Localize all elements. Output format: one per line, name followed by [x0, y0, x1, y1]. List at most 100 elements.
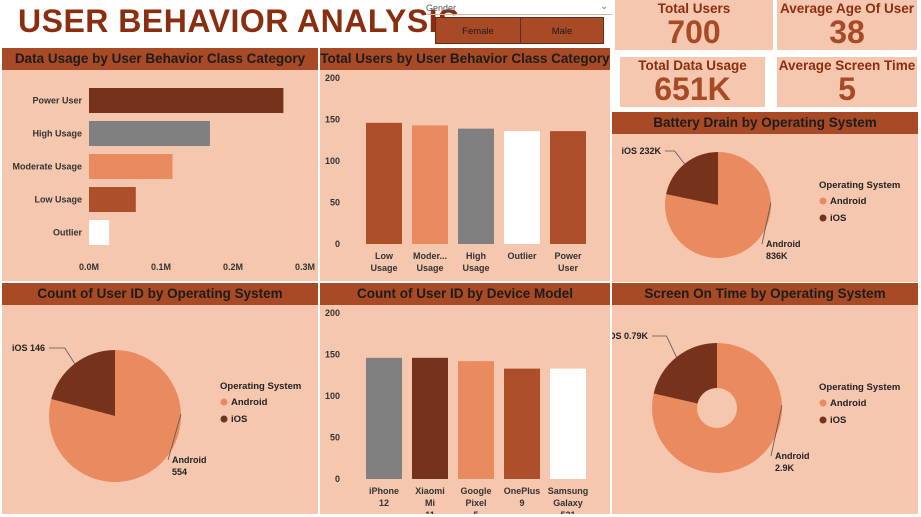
battery-drain-chart: iOS 232K Android 836K Operating System Andro… [621, 146, 900, 261]
x-tick-label: 0.1M [151, 262, 171, 272]
slicer-divider [426, 14, 612, 15]
category-label-iphone-12: iPhone [369, 486, 399, 496]
legend-marker-ios [819, 214, 827, 222]
bar-oneplus-9 [504, 368, 540, 479]
users-by-os-title: Count of User ID by Operating System [2, 283, 318, 305]
category-label-moderate-usage: Moderate Usage [12, 162, 82, 172]
data-label-android-value: 2.9K [775, 463, 795, 473]
data-label-android: Android [172, 455, 207, 465]
x-tick-label: 0.0M [79, 262, 99, 272]
kpi-value: 700 [667, 14, 721, 50]
legend-item-android: Android [830, 196, 867, 207]
category-label-xiaomi-mi-11: Mi [425, 498, 435, 508]
y-tick-label: 0 [335, 474, 340, 484]
category-label-low-usage: Low [375, 251, 394, 261]
legend-title: Operating System [819, 180, 900, 191]
y-tick-label: 200 [325, 73, 340, 83]
legend-item-ios: iOS [231, 414, 247, 425]
gender-slicer-label: Gender [426, 3, 457, 13]
category-label-power-user: Power User [32, 96, 82, 106]
category-label-power-user: Power [554, 251, 582, 261]
kpi-value: 651K [654, 71, 731, 107]
y-tick-label: 50 [330, 198, 340, 208]
bar-outlier [89, 220, 110, 245]
bar-high-usage [458, 128, 494, 244]
bar-iphone-12 [366, 357, 402, 479]
bar-low-usage [366, 122, 402, 244]
category-label-oneplus-9: OnePlus [504, 486, 541, 496]
kpi-value: 5 [838, 71, 856, 107]
data-label-android-value: 554 [172, 467, 187, 477]
slicer-option-male[interactable]: Male [520, 17, 604, 44]
battery-drain-title: Battery Drain by Operating System [612, 112, 918, 134]
category-label-samsung-galaxy-521: Galaxy [553, 498, 583, 508]
category-label-google-pixel-5: Google [461, 486, 492, 496]
leader-line [652, 335, 677, 358]
legend-item-android: Android [231, 397, 268, 408]
legend-marker-android [819, 399, 827, 407]
category-label-iphone-12: 12 [379, 498, 389, 508]
battery-drain-panel: Battery Drain by Operating System iOS 23… [612, 112, 918, 282]
y-tick-label: 200 [325, 308, 340, 318]
bar-power-user [89, 88, 284, 113]
users-by-device-chart: 0 50 100 150 200 iPhone 12 Xiaomi Mi 11 Google Pixe… [325, 308, 589, 514]
data-label-ios: iOS 146 [12, 343, 45, 353]
users-by-os-chart: iOS 146 Android 554 Operating System Android… [12, 343, 301, 482]
screen-time-chart: iOS 0.79K Android 2.9K Operating System Andr… [612, 331, 900, 473]
legend-title: Operating System [220, 381, 301, 392]
data-label-ios: iOS 232K [621, 146, 661, 156]
y-tick-label: 100 [325, 391, 340, 401]
kpi-total-users: Total Users 700 [615, 0, 773, 50]
legend-item-ios: iOS [830, 415, 846, 426]
category-label-xiaomi-mi-11: Xiaomi [415, 486, 445, 496]
screen-time-title: Screen On Time by Operating System [612, 283, 918, 305]
data-label-android-value: 836K [766, 251, 788, 261]
data-usage-chart: Power User High Usage Moderate Usage Low Us… [12, 88, 315, 272]
bar-samsung-galaxy-521 [550, 368, 586, 479]
screen-time-panel: Screen On Time by Operating System iOS 0… [612, 283, 918, 514]
category-label-xiaomi-mi-11: 11 [425, 510, 435, 514]
bar-power-user [550, 131, 586, 244]
category-label-high-usage: Usage [462, 263, 489, 273]
category-label-moder-usage: Usage [416, 263, 443, 273]
category-label-oneplus-9: 9 [519, 498, 524, 508]
bar-moder-usage [412, 125, 448, 244]
slicer-option-female[interactable]: Female [435, 17, 521, 44]
kpi-average-age: Average Age Of User 38 [777, 0, 917, 50]
x-tick-label: 0.3M [295, 262, 315, 272]
category-label-high-usage: High [466, 251, 486, 261]
legend-marker-ios [220, 415, 228, 423]
users-by-device-panel: Count of User ID by Device Model 0 50 100 1… [320, 283, 610, 514]
category-label-low-usage: Usage [370, 263, 397, 273]
page-title: USER BEHAVIOR ANALYSIS [18, 3, 460, 39]
bar-xiaomi-mi-11 [412, 357, 448, 479]
legend-title: Operating System [819, 382, 900, 393]
category-label-low-usage: Low Usage [34, 195, 82, 205]
y-tick-label: 150 [325, 115, 340, 125]
chevron-down-icon[interactable]: ⌄ [600, 1, 608, 12]
y-tick-label: 0 [335, 239, 340, 249]
category-label-high-usage: High Usage [32, 129, 82, 139]
bar-moderate-usage [89, 154, 173, 179]
data-label-ios: iOS 0.79K [612, 331, 648, 341]
kpi-total-data-usage: Total Data Usage 651K [620, 57, 765, 107]
y-tick-label: 100 [325, 156, 340, 166]
donut-hole [697, 388, 737, 428]
category-label-google-pixel-5: 5 [473, 510, 478, 514]
legend-marker-ios [819, 416, 827, 424]
kpi-average-screen-time: Average Screen Time 5 [777, 57, 917, 107]
data-usage-title: Data Usage by User Behavior Class Catego… [2, 48, 318, 70]
legend-item-ios: iOS [830, 213, 846, 224]
users-by-class-title: Total Users by User Behavior Class Categ… [320, 48, 610, 70]
y-tick-label: 50 [330, 433, 340, 443]
category-label-samsung-galaxy-521: Samsung [548, 486, 589, 496]
users-by-class-panel: Total Users by User Behavior Class Categ… [320, 48, 610, 281]
kpi-value: 38 [829, 14, 865, 50]
data-usage-panel: Data Usage by User Behavior Class Catego… [2, 48, 318, 281]
users-by-device-title: Count of User ID by Device Model [320, 283, 610, 305]
category-label-samsung-galaxy-521: 521 [560, 510, 575, 514]
leader-line [665, 150, 685, 165]
users-by-class-chart: 0 50 100 150 200 Low Usage Moder... Usage High Usa… [325, 73, 586, 273]
category-label-moder-usage: Moder... [413, 251, 447, 261]
data-label-android: Android [766, 239, 801, 249]
